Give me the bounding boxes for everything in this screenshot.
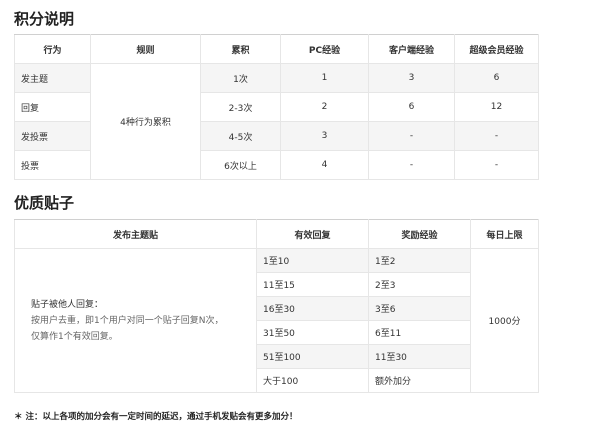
col-header-post: 发布主题贴 xyxy=(14,219,257,249)
footnote: ＊ 注：以上各项的加分会有一定时间的延迟，通过手机发贴会有更多加分！ xyxy=(14,412,298,422)
count-cell: 6次以上 xyxy=(200,150,281,180)
pc-exp-cell: 2 xyxy=(280,92,369,122)
reward-cell: 11至30 xyxy=(368,344,471,369)
quality-table: 发布主题贴 有效回复 奖励经验 每日上限 贴子被他人回复： 按用户去重，即1个用… xyxy=(14,219,539,393)
reward-cell: 6至11 xyxy=(368,320,471,345)
action-cell: 发投票 xyxy=(14,121,91,151)
points-table: 行为 规则 累积 PC经验 客户端经验 超级会员经验 发主题 4种行为累积 1次… xyxy=(14,34,539,180)
reward-cell: 额外加分 xyxy=(368,368,471,393)
count-cell: 4-5次 xyxy=(200,121,281,151)
count-cell: 1次 xyxy=(200,63,281,93)
quality-section-title: 优质贴子 xyxy=(14,194,75,212)
action-cell: 回复 xyxy=(14,92,91,122)
reply-range-cell: 51至100 xyxy=(256,344,369,369)
col-header-rule: 规则 xyxy=(90,34,201,64)
col-header-vip-exp: 超级会员经验 xyxy=(454,34,539,64)
daily-limit-cell: 1000分 xyxy=(470,248,539,393)
reward-cell: 2至3 xyxy=(368,272,471,297)
reward-cell: 3至6 xyxy=(368,296,471,321)
vip-exp-cell: - xyxy=(454,150,539,180)
reply-range-cell: 大于100 xyxy=(256,368,369,393)
client-exp-cell: - xyxy=(368,150,455,180)
col-header-client-exp: 客户端经验 xyxy=(368,34,455,64)
vip-exp-cell: 6 xyxy=(454,63,539,93)
client-exp-cell: 6 xyxy=(368,92,455,122)
post-desc-line: 按用户去重，即1个用户对同一个贴子回复N次， xyxy=(31,315,224,326)
pc-exp-cell: 4 xyxy=(280,150,369,180)
post-desc-heading: 贴子被他人回复： xyxy=(31,299,104,310)
reward-cell: 1至2 xyxy=(368,248,471,273)
table-row: 发主题 4种行为累积 1次 1 3 6 xyxy=(14,63,539,180)
col-header-cumulative: 累积 xyxy=(200,34,281,64)
vip-exp-cell: - xyxy=(454,121,539,151)
client-exp-cell: - xyxy=(368,121,455,151)
action-cell: 发主题 xyxy=(14,63,91,93)
vip-exp-cell: 12 xyxy=(454,92,539,122)
reply-range-cell: 11至15 xyxy=(256,272,369,297)
col-header-action: 行为 xyxy=(14,34,91,64)
pc-exp-cell: 1 xyxy=(280,63,369,93)
count-cell: 2-3次 xyxy=(200,92,281,122)
pc-exp-cell: 3 xyxy=(280,121,369,151)
col-header-valid-replies: 有效回复 xyxy=(256,219,369,249)
reply-range-cell: 31至50 xyxy=(256,320,369,345)
col-header-reward-exp: 奖励经验 xyxy=(368,219,471,249)
client-exp-cell: 3 xyxy=(368,63,455,93)
post-description-cell: 贴子被他人回复： 按用户去重，即1个用户对同一个贴子回复N次， 仅算作1个有效回… xyxy=(14,248,257,393)
points-section-title: 积分说明 xyxy=(14,10,75,28)
col-header-daily-limit: 每日上限 xyxy=(470,219,539,249)
reply-range-cell: 16至30 xyxy=(256,296,369,321)
action-cell: 投票 xyxy=(14,150,91,180)
rule-cell: 4种行为累积 xyxy=(90,63,201,180)
post-desc-line: 仅算作1个有效回复。 xyxy=(31,331,118,342)
table-row: 贴子被他人回复： 按用户去重，即1个用户对同一个贴子回复N次， 仅算作1个有效回… xyxy=(14,248,539,393)
col-header-pc-exp: PC经验 xyxy=(280,34,369,64)
reply-range-cell: 1至10 xyxy=(256,248,369,273)
